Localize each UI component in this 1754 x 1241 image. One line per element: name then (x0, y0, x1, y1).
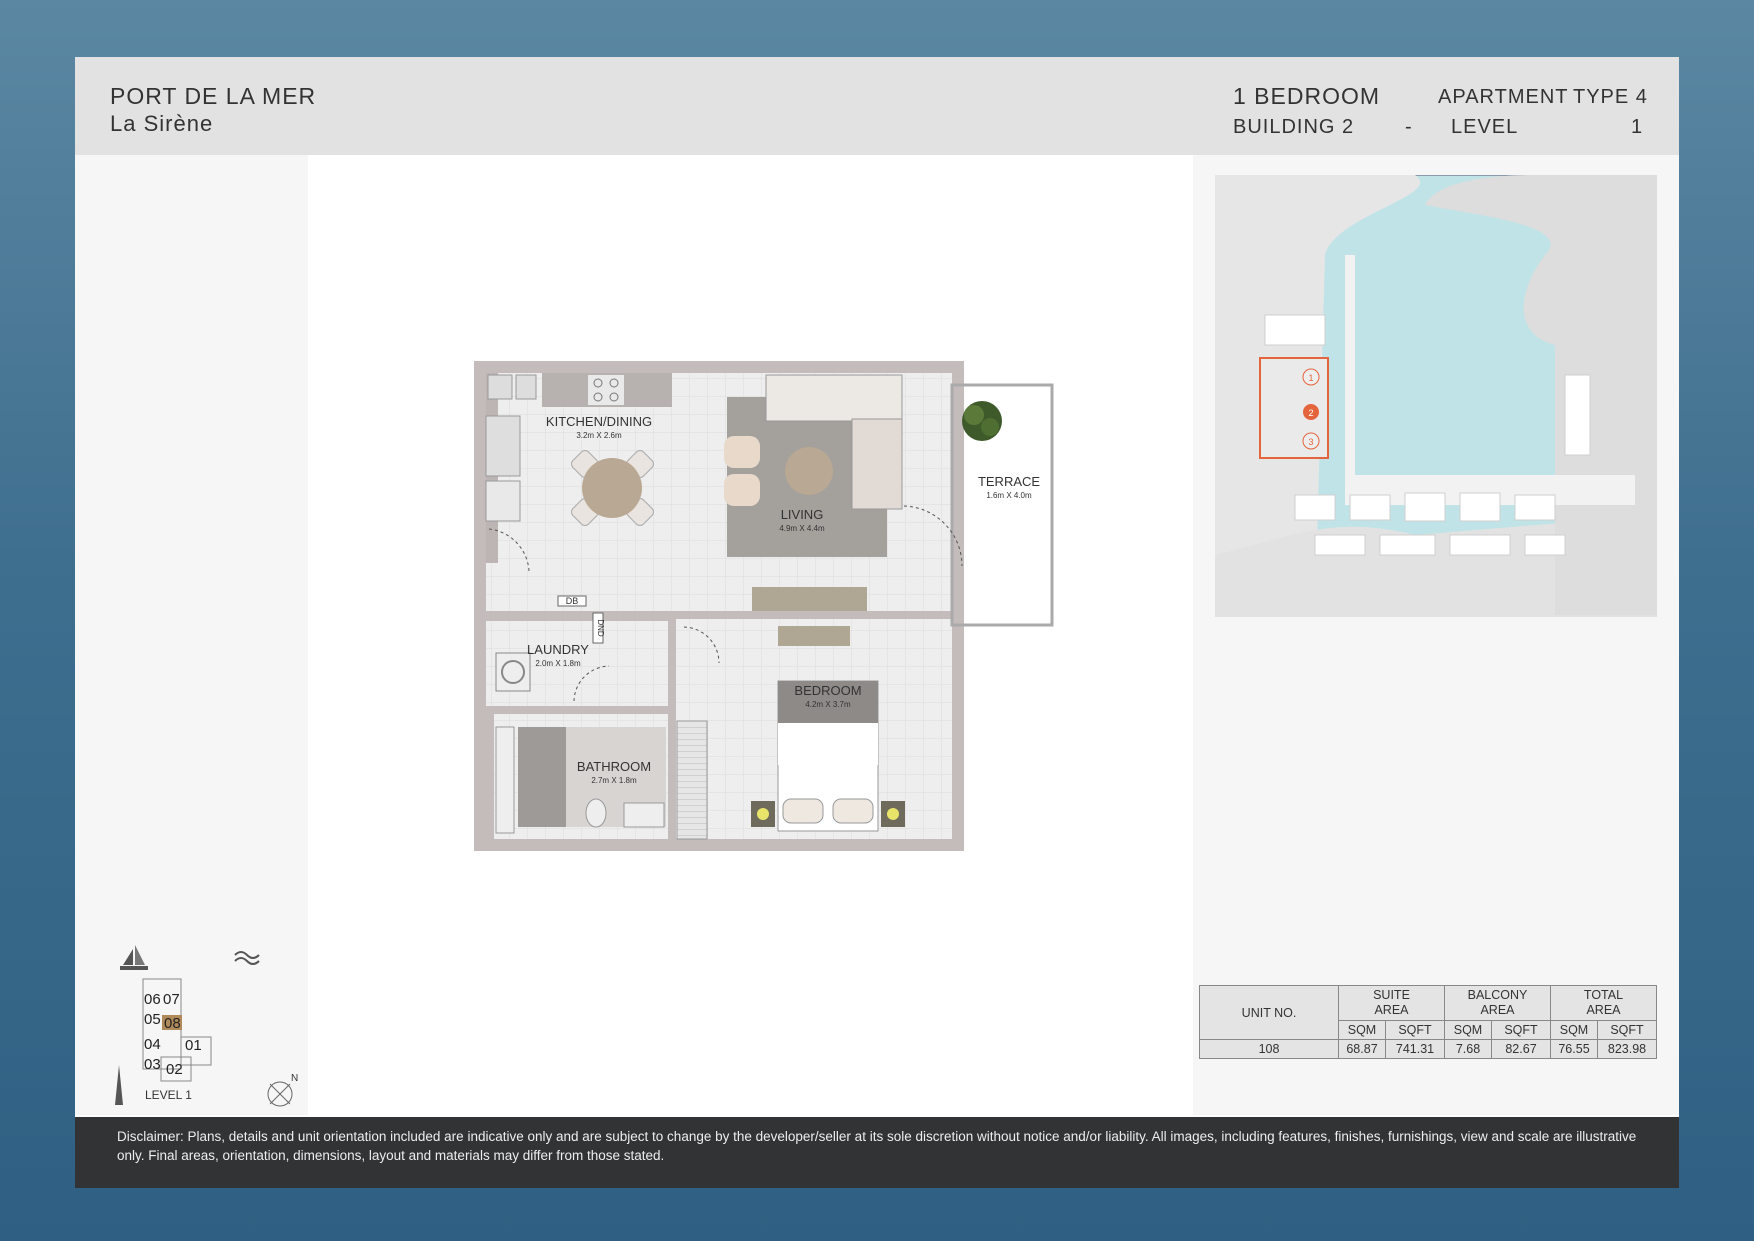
building-name: La Sirène (110, 111, 214, 136)
unit-number: 108 (1199, 1039, 1339, 1059)
balcony-sqft: 82.67 (1491, 1039, 1551, 1059)
suite-sqft-header: SQFT (1385, 1020, 1445, 1040)
bedroom-count: 1 BEDROOM (1233, 83, 1381, 109)
waves-icon (234, 951, 260, 965)
room-dims-bathroom: 2.7m X 1.8m (591, 776, 637, 785)
project-name: PORT DE LA MER (110, 83, 317, 109)
keyplan-level: LEVEL 1 (145, 1088, 192, 1102)
building-label: BUILDING 2 (1233, 116, 1355, 138)
wardrobe (676, 720, 708, 840)
sofa (765, 374, 903, 422)
shower (518, 727, 566, 827)
total-area-header-line1: TOTAL (1583, 988, 1624, 1002)
tower-icon (115, 1065, 123, 1105)
suite-sqm: 68.87 (1338, 1039, 1386, 1059)
unit-07: 07 (163, 991, 180, 1008)
room-dims-terrace: 1.6m X 4.0m (986, 491, 1032, 500)
room-name-bathroom: BATHROOM (577, 759, 651, 774)
room-dims-bedroom: 4.2m X 3.7m (805, 700, 851, 709)
total-area-header-line2: AREA (1586, 1003, 1621, 1017)
total-area-header: TOTAL AREA (1550, 985, 1657, 1021)
site-map: 1 2 3 (1215, 175, 1657, 617)
apartment-type: TYPE 4 (1573, 86, 1648, 108)
room-name-living: LIVING (781, 507, 824, 522)
unit-06: 06 (144, 991, 161, 1008)
balcony-area-header-line2: AREA (1480, 1003, 1515, 1017)
dnd-tag: DND (596, 619, 605, 637)
unit-02: 02 (166, 1061, 183, 1078)
header-bar: PORT DE LA MER La Sirène 1 BEDROOM APART… (75, 57, 1679, 155)
unit-01: 01 (185, 1037, 202, 1054)
balcony-area-header-line1: BALCONY (1467, 988, 1528, 1002)
disclaimer-text: Disclaimer: Plans, details and unit orie… (117, 1129, 1637, 1163)
total-sqft-header: SQFT (1597, 1020, 1657, 1040)
header-separator: - (1405, 116, 1413, 138)
disclaimer-footer: Disclaimer: Plans, details and unit orie… (75, 1117, 1679, 1188)
suite-sqm-header: SQM (1338, 1020, 1386, 1040)
suite-sqft: 741.31 (1385, 1039, 1445, 1059)
key-plan: 06 07 05 08 04 01 03 02 LEVEL 1 N (115, 945, 298, 1107)
balcony-sqft-header: SQFT (1491, 1020, 1551, 1040)
level-value: 1 (1631, 116, 1644, 138)
db-tag: DB (566, 596, 579, 606)
floor-plan-sheet: PORT DE LA MER La Sirène 1 BEDROOM APART… (75, 57, 1679, 1188)
total-sqm-header: SQM (1550, 1020, 1598, 1040)
balcony-sqm: 7.68 (1444, 1039, 1492, 1059)
room-dims-living: 4.9m X 4.4m (779, 524, 825, 533)
unit-08: 08 (164, 1015, 181, 1032)
room-name-kitchen: KITCHEN/DINING (546, 414, 652, 429)
apartment-label: APARTMENT (1438, 86, 1569, 108)
building-marker-3: 3 (1308, 437, 1313, 447)
suite-area-header-line1: SUITE (1373, 988, 1410, 1002)
room-dims-kitchen: 3.2m X 2.6m (576, 431, 622, 440)
building-marker-1: 1 (1308, 373, 1313, 383)
building-marker-2: 2 (1308, 408, 1313, 418)
room-name-bedroom: BEDROOM (794, 683, 861, 698)
room-name-terrace: TERRACE (978, 474, 1040, 489)
suite-area-header-line2: AREA (1374, 1003, 1409, 1017)
room-dims-laundry: 2.0m X 1.8m (535, 659, 581, 668)
unit-04: 04 (144, 1036, 161, 1053)
north-arrow-icon: N (267, 1073, 298, 1107)
balcony-area-header: BALCONY AREA (1444, 985, 1551, 1021)
balcony-sqm-header: SQM (1444, 1020, 1492, 1040)
area-table: UNIT NO. SUITE AREA BALCONY AREA TOTAL AREA… (1199, 985, 1657, 1059)
unit-number-header: UNIT NO. (1199, 985, 1339, 1040)
level-label: LEVEL (1451, 116, 1519, 138)
suite-area-header: SUITE AREA (1338, 985, 1445, 1021)
unit-03: 03 (144, 1056, 161, 1073)
north-label: N (291, 1073, 298, 1084)
sailboat-icon (120, 945, 148, 970)
total-sqm: 76.55 (1550, 1039, 1598, 1059)
floor-plan: DB DND KITCHEN/DINING 3.2m X 2.6m LIVING… (474, 361, 1054, 851)
unit-05: 05 (144, 1011, 161, 1028)
room-name-laundry: LAUNDRY (527, 642, 589, 657)
total-sqft: 823.98 (1597, 1039, 1657, 1059)
